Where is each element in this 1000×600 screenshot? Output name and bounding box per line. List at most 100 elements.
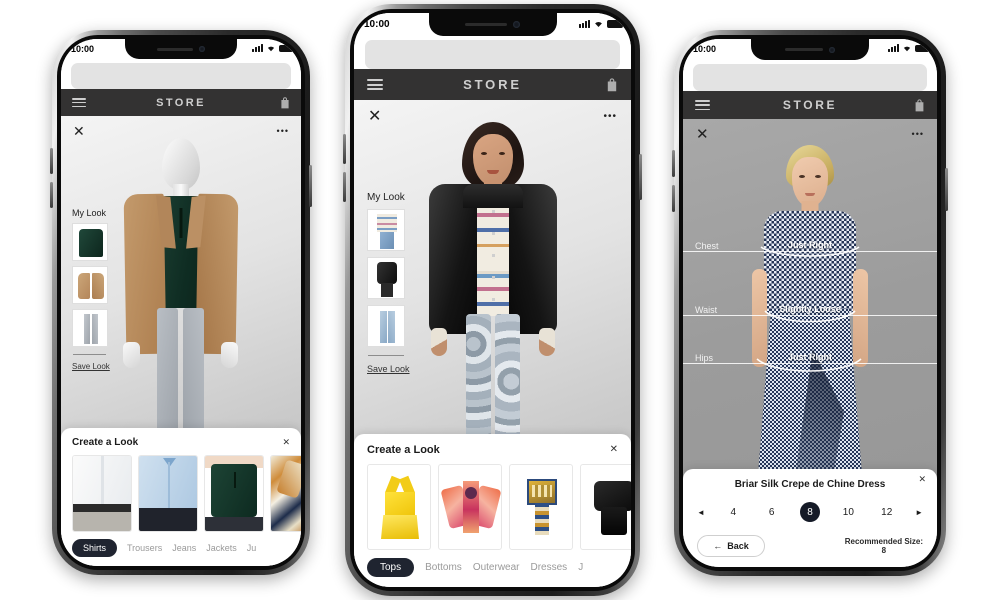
more-options-icon[interactable]: ••• — [277, 126, 289, 136]
shopping-bag-icon[interactable] — [280, 96, 290, 109]
my-look-item-grey-trousers[interactable] — [72, 309, 108, 347]
sheet-close-icon[interactable]: ✕ — [282, 438, 290, 447]
product-card-printed-scarf-shirt[interactable] — [270, 455, 301, 532]
my-look-item-striped-sweater-and-jeans[interactable] — [367, 209, 405, 251]
wifi-icon — [266, 44, 276, 52]
phone-screen: 10:00 STORE — [354, 13, 631, 587]
product-card-white-dress-shirt[interactable] — [72, 455, 132, 532]
category-tabs[interactable]: Shirts Trousers Jeans Jackets Ju — [61, 532, 301, 566]
create-a-look-sheet: Create a Look ✕ — [61, 428, 301, 566]
my-look-item-green-polo-shirt[interactable] — [72, 223, 108, 261]
sheet-close-icon[interactable]: ✕ — [610, 445, 618, 455]
volume-button-down[interactable] — [343, 172, 346, 202]
volume-button-up[interactable] — [343, 134, 346, 164]
earpiece-speaker — [785, 48, 823, 51]
more-options-icon[interactable]: ••• — [603, 112, 617, 122]
front-camera — [199, 46, 205, 52]
tab-jackets-truncated[interactable]: J — [578, 562, 583, 573]
shopping-bag-icon[interactable] — [914, 98, 925, 112]
my-look-panel: My Look Save Look — [72, 208, 118, 371]
size-option-10[interactable]: 10 — [838, 507, 858, 518]
fit-curve-chest — [760, 246, 860, 257]
power-button[interactable] — [639, 154, 642, 200]
browser-url-bar[interactable] — [354, 40, 631, 69]
create-a-look-sheet: Create a Look ✕ — [354, 434, 631, 587]
size-prev-arrow[interactable]: ◄ — [697, 508, 705, 517]
mannequin-hand-left — [123, 342, 140, 368]
product-card-embroidered-crop-top[interactable] — [509, 464, 573, 550]
back-arrow-icon: ← — [713, 541, 723, 551]
more-options-icon[interactable]: ••• — [912, 130, 924, 139]
close-icon[interactable]: ✕ — [696, 127, 709, 142]
phone-menswear: 10:00 STORE ✕ ••• My Look Save Look Crea… — [50, 30, 312, 575]
patterned-dress-bodice — [764, 211, 856, 315]
product-carousel[interactable] — [354, 464, 631, 550]
url-input[interactable] — [365, 40, 620, 69]
store-nav-bar: STORE — [61, 89, 301, 116]
tab-dresses[interactable]: Dresses — [531, 562, 568, 573]
tab-shirts[interactable]: Shirts — [72, 539, 118, 557]
phone-womenswear: 10:00 STORE ✕ ••• My Look Save Look Crea… — [343, 4, 642, 596]
display-notch — [125, 39, 237, 59]
tab-outerwear[interactable]: Outerwear — [473, 562, 520, 573]
product-card-yellow-lace-camisole[interactable] — [367, 464, 431, 550]
size-option-6[interactable]: 6 — [762, 507, 782, 518]
sheet-header: Create a Look ✕ — [61, 437, 301, 455]
avatar-face — [792, 157, 828, 207]
avatar-eye-right — [815, 175, 821, 178]
save-look-link[interactable]: Save Look — [72, 362, 118, 371]
viewport-top-controls: ✕ ••• — [683, 119, 937, 150]
tab-bottoms[interactable]: Bottoms — [425, 562, 462, 573]
back-button-label: Back — [727, 541, 749, 551]
back-button[interactable]: ← Back — [697, 535, 765, 557]
size-option-4[interactable]: 4 — [723, 507, 743, 518]
product-card-green-polo-shirt[interactable] — [204, 455, 264, 532]
tab-jeans[interactable]: Jeans — [172, 543, 196, 553]
jacket-button-row — [491, 210, 495, 320]
cellular-signal-icon — [579, 19, 590, 28]
url-input[interactable] — [70, 63, 292, 89]
close-icon[interactable]: ✕ — [73, 124, 85, 138]
volume-button-down[interactable] — [672, 185, 675, 212]
my-look-item-black-leather-jacket-outfit[interactable] — [367, 257, 405, 299]
size-next-arrow[interactable]: ► — [915, 508, 923, 517]
front-camera — [513, 21, 520, 28]
product-card-light-blue-dress-shirt[interactable] — [138, 455, 198, 532]
store-title: STORE — [463, 77, 522, 92]
size-selector-sheet: Briar Silk Crepe de Chine Dress ✕ ◄ 4 6 … — [683, 469, 937, 567]
shopping-bag-icon[interactable] — [606, 77, 618, 92]
volume-button-down[interactable] — [50, 182, 53, 208]
tab-jumpers-truncated[interactable]: Ju — [247, 543, 257, 553]
status-icons — [888, 44, 937, 52]
size-option-12[interactable]: 12 — [877, 507, 897, 518]
browser-url-bar[interactable] — [683, 64, 937, 91]
tab-tops[interactable]: Tops — [367, 558, 415, 577]
size-picker[interactable]: ◄ 4 6 8 10 12 ► — [683, 490, 937, 522]
cellular-signal-icon — [252, 44, 263, 52]
battery-icon — [607, 19, 625, 28]
status-time: 10:00 — [693, 44, 717, 54]
sheet-close-icon[interactable]: ✕ — [918, 475, 926, 484]
close-icon[interactable]: ✕ — [368, 109, 381, 125]
store-title: STORE — [156, 96, 206, 109]
power-button[interactable] — [945, 168, 948, 211]
tab-jackets[interactable]: Jackets — [206, 543, 237, 553]
save-look-link[interactable]: Save Look — [367, 364, 417, 374]
product-carousel[interactable] — [61, 455, 301, 532]
product-card-black-long-sleeve-top[interactable] — [580, 464, 631, 550]
store-title: STORE — [782, 98, 838, 112]
my-look-item-tan-blazer[interactable] — [72, 266, 108, 304]
volume-button-up[interactable] — [672, 150, 675, 177]
cellular-signal-icon — [888, 44, 899, 52]
url-input[interactable] — [693, 64, 927, 91]
tab-trousers[interactable]: Trousers — [127, 543, 162, 553]
size-option-8-selected[interactable]: 8 — [800, 502, 820, 522]
power-button[interactable] — [309, 165, 312, 207]
avatar-hand-right — [538, 328, 555, 356]
my-look-item-light-wash-jeans[interactable] — [367, 305, 405, 347]
product-card-orange-floral-kimono-top[interactable] — [438, 464, 502, 550]
category-tabs[interactable]: Tops Bottoms Outerwear Dresses J — [354, 550, 631, 587]
avatar-mouth — [805, 193, 815, 196]
browser-url-bar[interactable] — [61, 63, 301, 89]
volume-button-up[interactable] — [50, 148, 53, 174]
